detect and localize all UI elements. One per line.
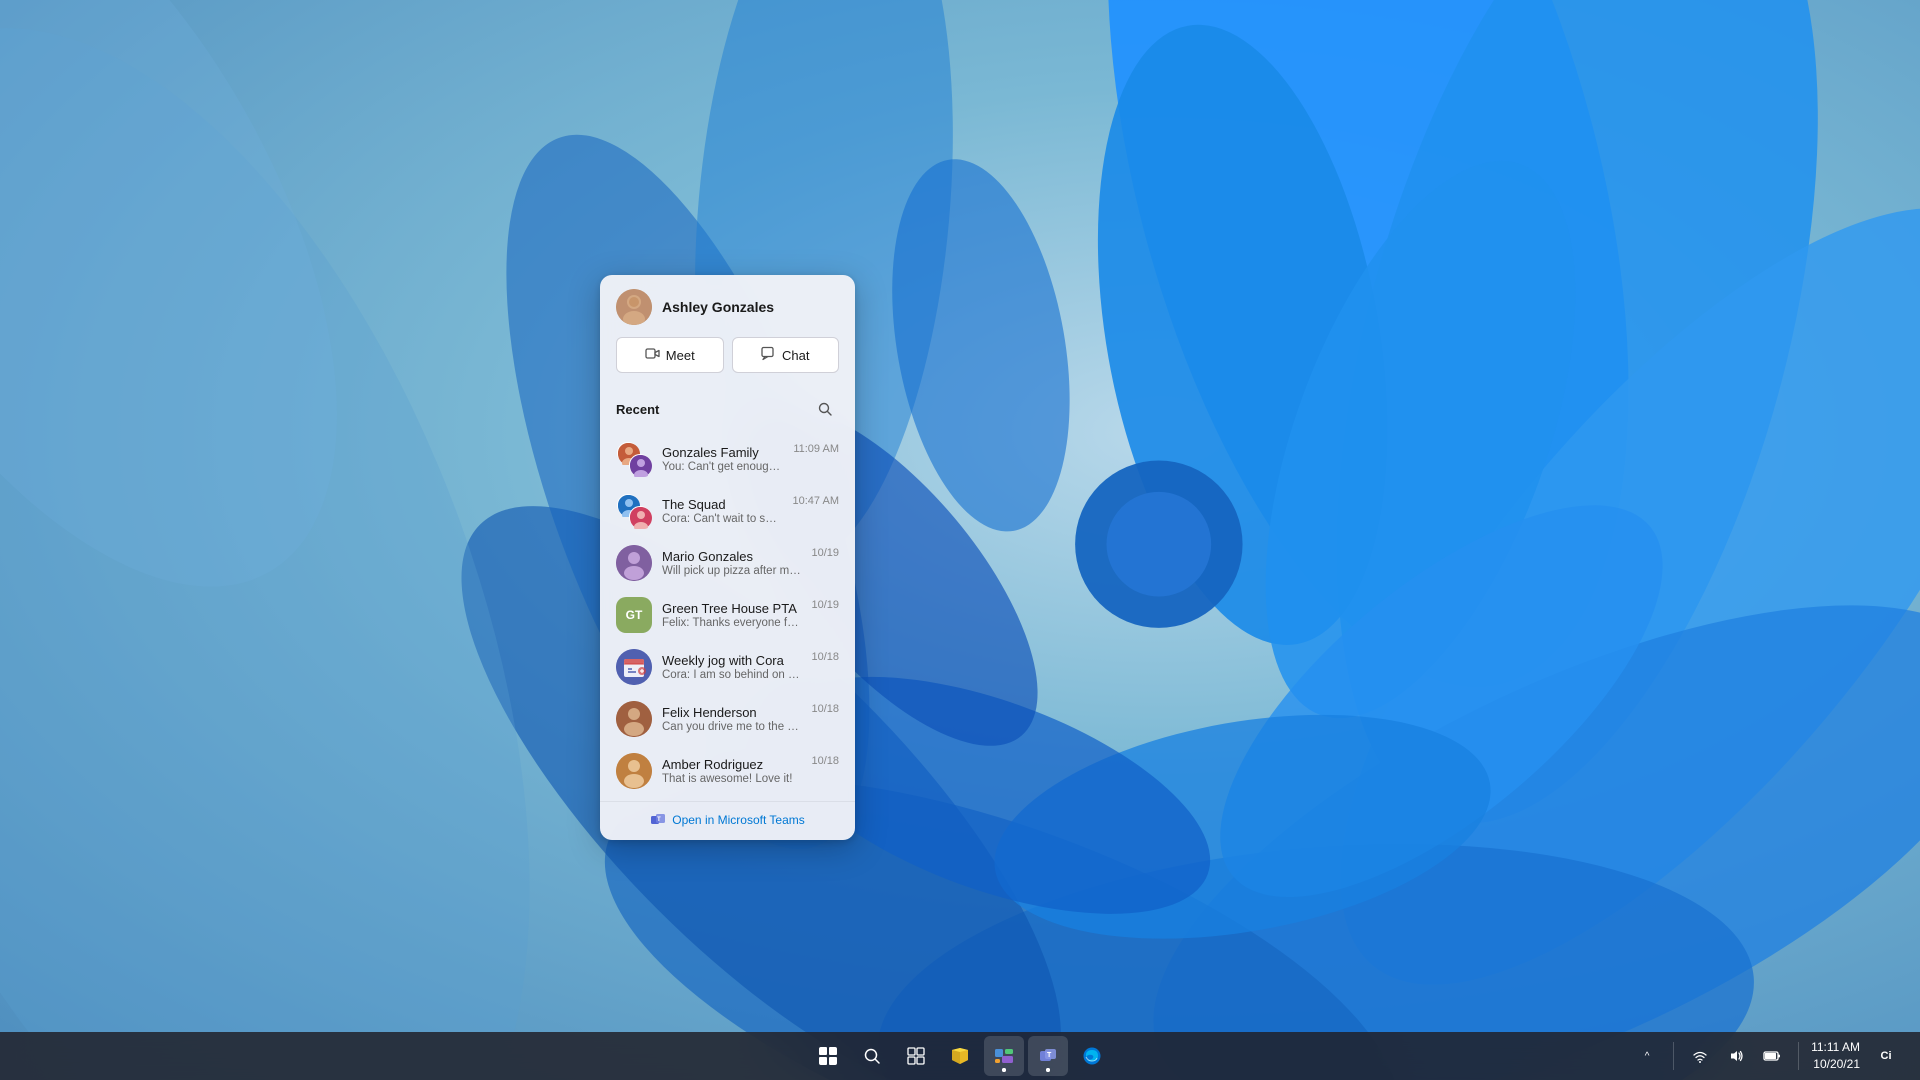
chat-info: Weekly jog with Cora Cora: I am so behin… <box>662 653 801 681</box>
chat-header: Ashley Gonzales <box>600 275 855 337</box>
open-teams-label: Open in Microsoft Teams <box>672 813 805 827</box>
chat-preview: Will pick up pizza after my practice. <box>662 565 801 577</box>
chat-avatar-pta: GT <box>616 597 652 633</box>
recent-header: Recent <box>616 395 839 423</box>
chat-info: The Squad Cora: Can't wait to see everyo… <box>662 497 783 525</box>
chat-list: Gonzales Family You: Can't get enough of… <box>600 433 855 797</box>
chat-time: 10/19 <box>811 599 839 611</box>
meet-icon <box>645 346 660 364</box>
tray-divider <box>1673 1042 1674 1070</box>
chat-time: 10/18 <box>811 703 839 715</box>
tray-divider-2 <box>1798 1042 1799 1070</box>
recent-label: Recent <box>616 402 659 417</box>
meet-label: Meet <box>666 348 695 363</box>
clock-date: 10/20/21 <box>1811 1056 1860 1073</box>
system-clock[interactable]: 11:11 AM 10/20/21 <box>1811 1039 1860 1073</box>
chat-name: Weekly jog with Cora <box>662 653 801 668</box>
chat-info: Felix Henderson Can you drive me to the … <box>662 705 801 733</box>
chat-time: 10/18 <box>811 651 839 663</box>
chat-preview: Cora: Can't wait to see everyone! <box>662 513 783 525</box>
user-avatar-image <box>616 289 652 325</box>
chat-panel: Ashley Gonzales Meet Chat Rec <box>600 275 855 840</box>
chat-preview: That is awesome! Love it! <box>662 773 801 785</box>
list-item[interactable]: Mario Gonzales Will pick up pizza after … <box>600 537 855 589</box>
file-explorer-taskbar-button[interactable] <box>940 1036 980 1076</box>
list-item[interactable]: Amber Rodriguez That is awesome! Love it… <box>600 745 855 797</box>
chat-button[interactable]: Chat <box>732 337 840 373</box>
teams-chat-taskbar-button[interactable]: T <box>1028 1036 1068 1076</box>
open-teams-button[interactable]: T Open in Microsoft Teams <box>600 801 855 840</box>
chat-avatar-mario <box>616 545 652 581</box>
list-item[interactable]: Weekly jog with Cora Cora: I am so behin… <box>600 641 855 693</box>
chat-actions: Meet Chat <box>600 337 855 387</box>
chat-avatar-gonzales-family <box>616 441 652 477</box>
chat-name: Amber Rodriguez <box>662 757 801 772</box>
search-taskbar-button[interactable] <box>852 1036 892 1076</box>
chat-avatar-jog <box>616 649 652 685</box>
user-name: Ashley Gonzales <box>662 299 774 315</box>
svg-text:T: T <box>1047 1052 1052 1059</box>
chat-info: Amber Rodriguez That is awesome! Love it… <box>662 757 801 785</box>
meet-button[interactable]: Meet <box>616 337 724 373</box>
widgets-taskbar-button[interactable] <box>984 1036 1024 1076</box>
chat-preview: Cora: I am so behind on my step goals. <box>662 669 801 681</box>
wifi-tray-icon[interactable] <box>1686 1042 1714 1070</box>
chat-name: Felix Henderson <box>662 705 801 720</box>
taskbar-center: T <box>808 1036 1112 1076</box>
chat-name: Gonzales Family <box>662 445 783 460</box>
chat-name: The Squad <box>662 497 783 512</box>
chat-name: Mario Gonzales <box>662 549 801 564</box>
recent-section: Recent <box>600 387 855 433</box>
task-view-button[interactable] <box>896 1036 936 1076</box>
start-button[interactable] <box>808 1036 848 1076</box>
chat-avatar-squad <box>616 493 652 529</box>
list-item[interactable]: Felix Henderson Can you drive me to the … <box>600 693 855 745</box>
search-button[interactable] <box>811 395 839 423</box>
chat-icon <box>761 346 776 364</box>
list-item[interactable]: The Squad Cora: Can't wait to see everyo… <box>600 485 855 537</box>
chevron-tray-button[interactable]: ^ <box>1633 1042 1661 1070</box>
svg-text:T: T <box>657 817 661 823</box>
chat-avatar-amber <box>616 753 652 789</box>
chat-time: 10:47 AM <box>793 495 839 507</box>
chat-name: Green Tree House PTA <box>662 601 801 616</box>
user-avatar <box>616 289 652 325</box>
chat-info: Green Tree House PTA Felix: Thanks every… <box>662 601 801 629</box>
chat-time: 10/19 <box>811 547 839 559</box>
chat-info: Gonzales Family You: Can't get enough of… <box>662 445 783 473</box>
taskbar: T ^ <box>0 1032 1920 1080</box>
clock-time: 11:11 AM <box>1811 1039 1860 1056</box>
volume-tray-icon[interactable] <box>1722 1042 1750 1070</box>
list-item[interactable]: Gonzales Family You: Can't get enough of… <box>600 433 855 485</box>
system-tray: ^ 1 <box>1633 1039 1904 1073</box>
chat-time: 10/18 <box>811 755 839 767</box>
list-item[interactable]: GT Green Tree House PTA Felix: Thanks ev… <box>600 589 855 641</box>
chat-preview: You: Can't get enough of her. <box>662 461 783 473</box>
battery-tray-icon[interactable] <box>1758 1042 1786 1070</box>
chat-label: Chat <box>782 348 809 363</box>
chat-info: Mario Gonzales Will pick up pizza after … <box>662 549 801 577</box>
chat-preview: Can you drive me to the PTA today? <box>662 721 801 733</box>
edge-taskbar-button[interactable] <box>1072 1036 1112 1076</box>
chat-time: 11:09 AM <box>793 443 839 455</box>
notification-tray-icon[interactable]: Ci <box>1868 1042 1904 1070</box>
desktop-wallpaper <box>0 0 1920 1080</box>
chat-avatar-felix <box>616 701 652 737</box>
chat-preview: Felix: Thanks everyone for attending tod… <box>662 617 801 629</box>
